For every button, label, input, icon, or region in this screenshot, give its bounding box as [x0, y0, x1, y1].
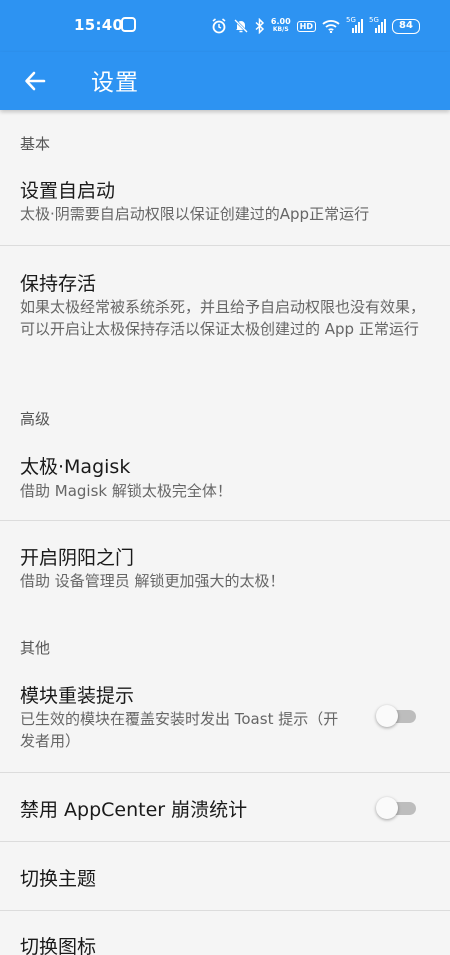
status-icons: 6.00 KB/S HD 5G 5G 84	[211, 14, 420, 38]
setting-title: 模块重装提示	[20, 685, 135, 707]
section-header-other: 其他	[20, 639, 51, 657]
setting-title: 开启阴阳之门	[20, 547, 135, 569]
setting-subtitle: 借助 Magisk 解锁太极完全体！	[20, 482, 232, 500]
setting-subtitle: 太极·阴需要自启动权限以保证创建过的App正常运行	[20, 205, 370, 223]
alarm-icon	[212, 18, 226, 34]
setting-magisk[interactable]: 太极·Magisk 借助 Magisk 解锁太极完全体！	[0, 440, 450, 520]
setting-switch-icon[interactable]: 切换图标	[0, 911, 450, 955]
setting-module-reinstall[interactable]: 模块重装提示 已生效的模块在覆盖安装时发出 Toast 提示（开发者用）	[0, 670, 450, 772]
app-bar: 设置	[0, 52, 450, 110]
setting-subtitle: 借助 设备管理员 解锁更加强大的太极！	[20, 572, 285, 590]
status-bar: 15:40 6.00 KB/S HD 5G 5G 84	[0, 0, 450, 52]
appcenter-toggle[interactable]	[376, 797, 416, 819]
page-title: 设置	[91, 70, 139, 96]
bluetooth-icon	[255, 18, 264, 34]
signal-2-label: 5G	[369, 16, 379, 24]
network-speed: 6.00 KB/S	[271, 18, 291, 34]
section-header-basic: 基本	[20, 135, 51, 153]
signal-2: 5G	[369, 16, 386, 33]
wifi-icon	[322, 20, 340, 33]
setting-title: 禁用 AppCenter 崩溃统计	[20, 799, 248, 821]
back-button[interactable]	[18, 64, 52, 98]
setting-subtitle: 已生效的模块在覆盖安装时发出 Toast 提示（开发者用）	[20, 710, 339, 750]
status-time: 15:40	[74, 16, 124, 34]
toggle-thumb	[376, 705, 398, 727]
network-speed-value: 6.00	[270, 17, 291, 26]
signal-1-label: 5G	[346, 16, 356, 24]
battery-indicator: 84	[392, 18, 420, 34]
setting-autostart[interactable]: 设置自启动 太极·阴需要自启动权限以保证创建过的App正常运行	[0, 163, 450, 245]
section-header-advanced: 高级	[20, 410, 51, 428]
setting-title: 切换图标	[20, 936, 97, 955]
setting-switch-theme[interactable]: 切换主题	[0, 842, 450, 910]
setting-title: 切换主题	[20, 868, 97, 890]
setting-subtitle: 如果太极经常被系统杀死，并且给予自启动权限也没有效果，可以开启让太极保持存活以保…	[20, 298, 426, 338]
setting-yinyang-gate[interactable]: 开启阴阳之门 借助 设备管理员 解锁更加强大的太极！	[0, 521, 450, 611]
setting-keep-alive[interactable]: 保持存活 如果太极经常被系统杀死，并且给予自启动权限也没有效果，可以开启让太极保…	[0, 246, 450, 376]
toggle-thumb	[376, 797, 398, 819]
module-reinstall-toggle[interactable]	[376, 705, 416, 727]
arrow-back-icon	[25, 71, 46, 91]
setting-title: 太极·Magisk	[20, 456, 131, 478]
setting-title: 保持存活	[20, 273, 97, 295]
hd-badge: HD	[296, 20, 316, 32]
notification-app-icon	[121, 17, 136, 32]
bell-off-icon	[233, 19, 248, 33]
setting-appcenter[interactable]: 禁用 AppCenter 崩溃统计	[0, 773, 450, 841]
setting-title: 设置自启动	[20, 180, 116, 202]
signal-1: 5G	[346, 16, 363, 33]
network-speed-unit: KB/S	[272, 26, 289, 33]
